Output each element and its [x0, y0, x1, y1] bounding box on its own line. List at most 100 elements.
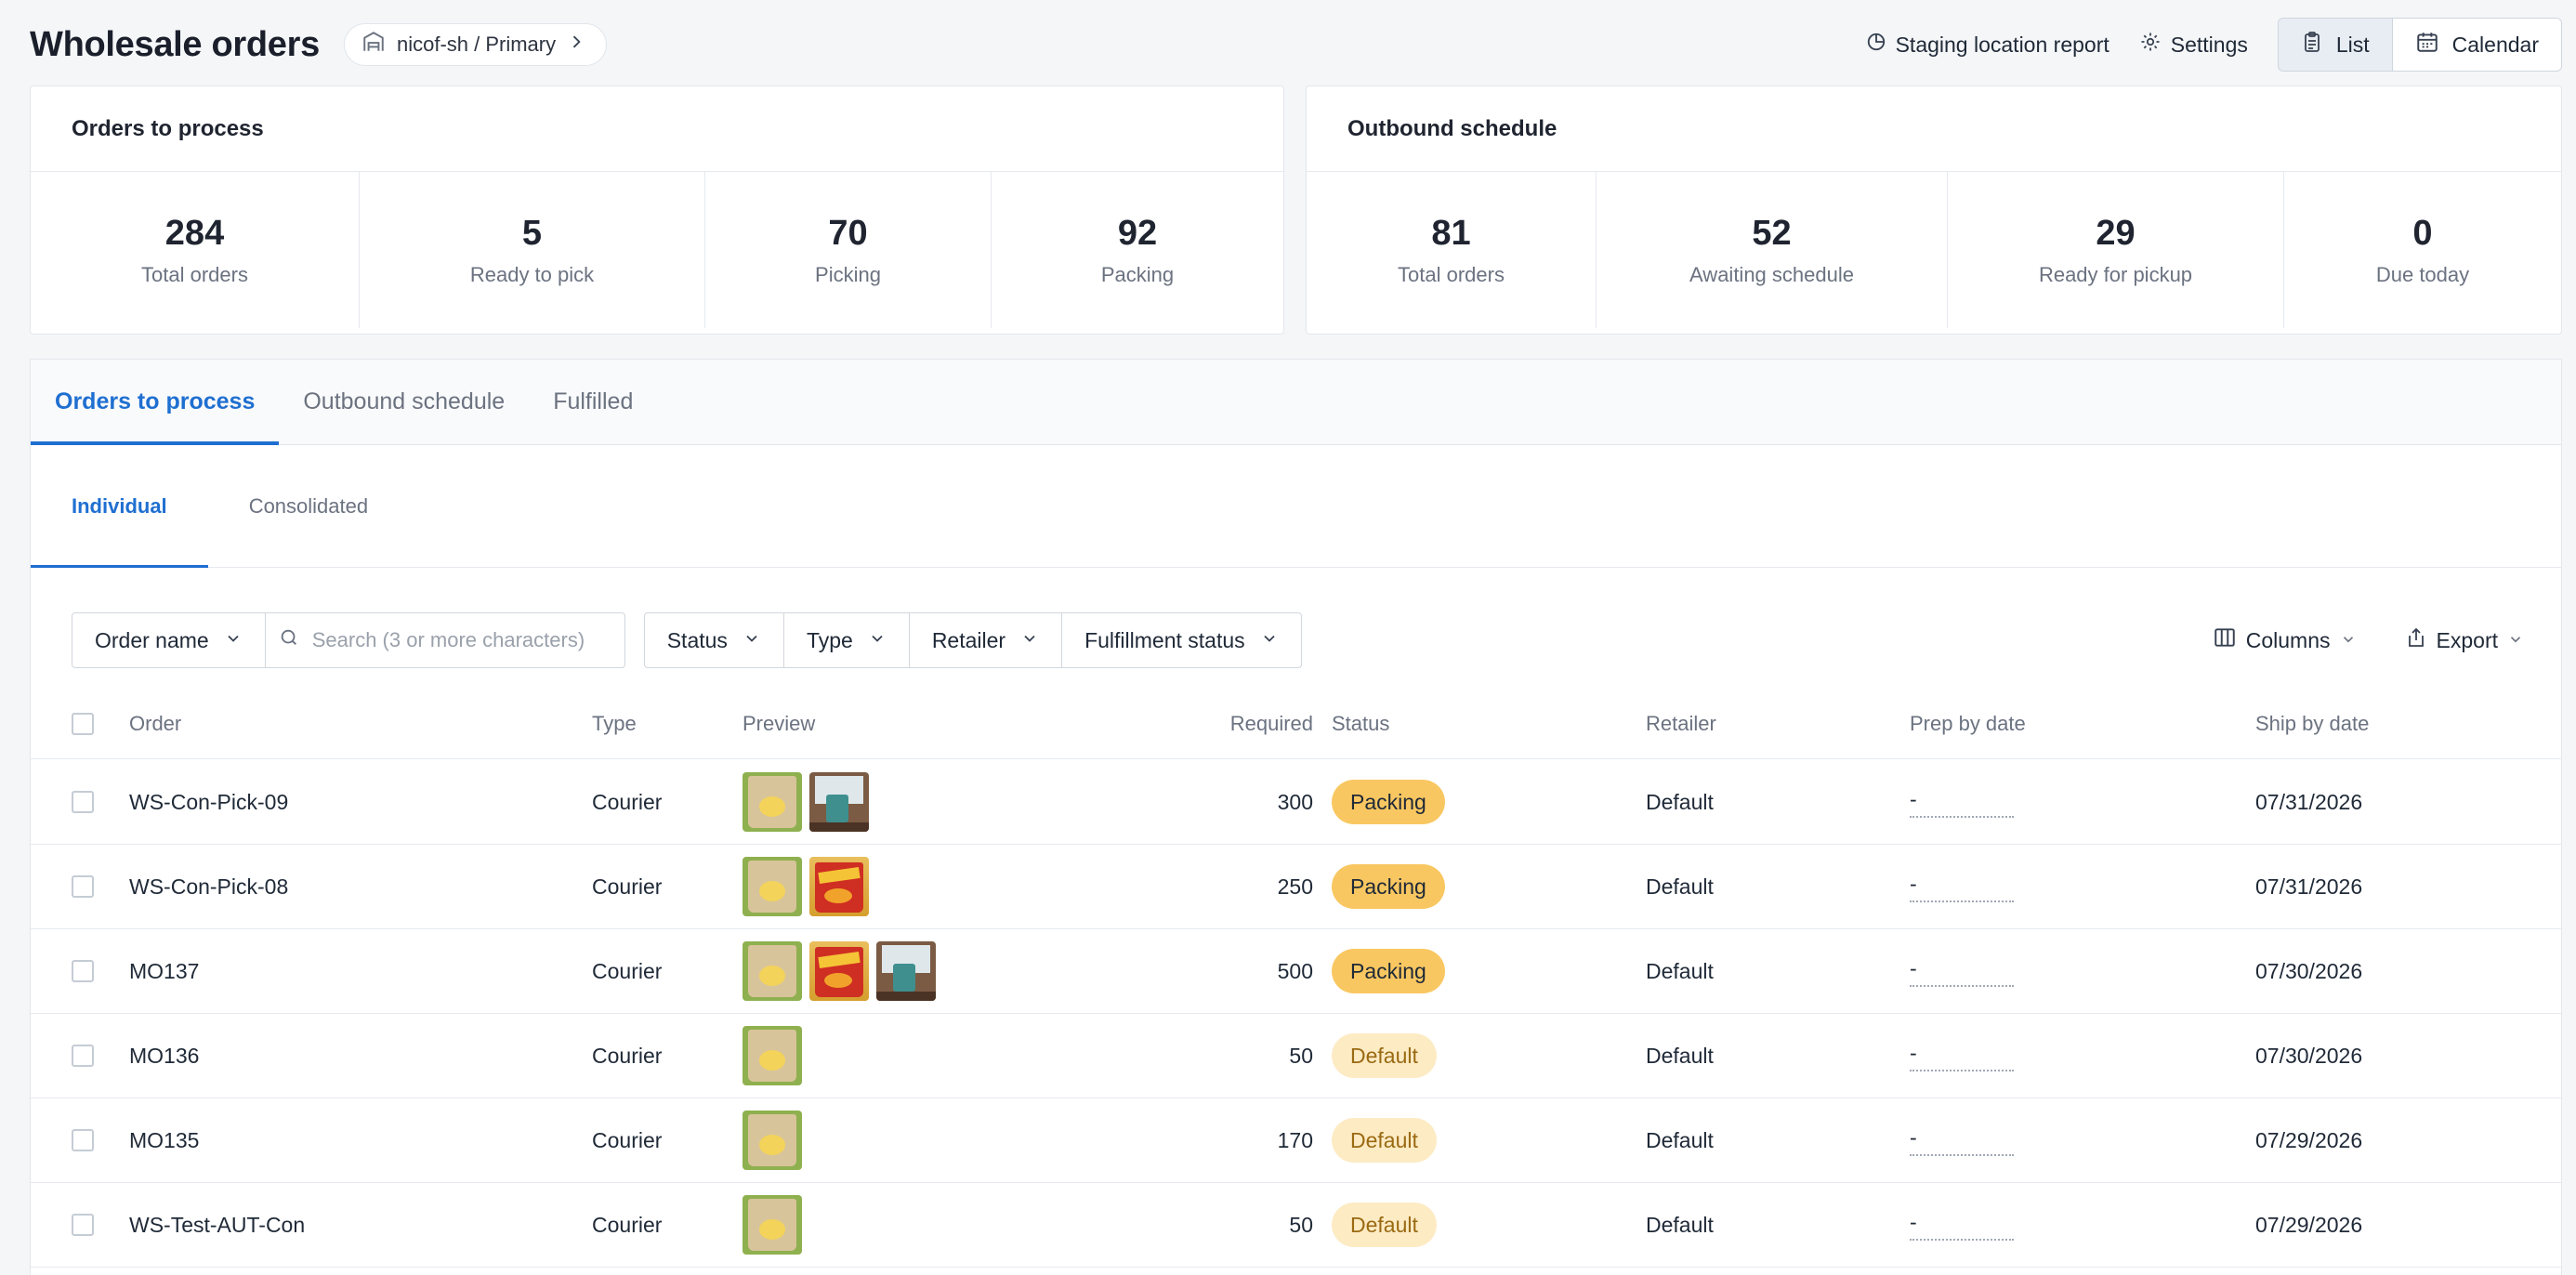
stat-label: Total orders	[141, 262, 248, 286]
export-button[interactable]: Export	[2405, 625, 2524, 655]
status-badge: Default	[1332, 1118, 1437, 1163]
page-header: Wholesale orders nicof-sh / Primary Stag…	[30, 18, 2562, 72]
retailer-name: Default	[1646, 1212, 1714, 1237]
stat-value: 92	[1117, 213, 1158, 253]
header-type[interactable]: Type	[592, 689, 637, 758]
crunchy-bunch-thumbnail	[743, 1111, 802, 1170]
columns-button[interactable]: Columns	[2213, 625, 2357, 655]
crunchy-bunch-thumbnail	[743, 1026, 802, 1085]
table-row[interactable]: MO135 Courier 170 Default Default - 07/29/2026	[31, 1098, 2561, 1183]
order-name[interactable]: WS-Con-Pick-08	[129, 845, 288, 928]
status-cell: Packing	[1332, 845, 1445, 928]
fulfillment-status-filter[interactable]: Fulfillment status	[1062, 613, 1301, 667]
gear-icon	[2139, 31, 2162, 59]
crunchy-bunch-thumbnail	[743, 857, 802, 916]
order-name[interactable]: WS-Con-Pick-09	[129, 760, 288, 844]
prep-by-date[interactable]: -	[1910, 1210, 2014, 1241]
row-checkbox[interactable]	[72, 875, 94, 898]
required-qty: 500	[1277, 958, 1313, 983]
order-type: Courier	[592, 1212, 663, 1237]
search-input[interactable]: Search (3 or more characters)	[266, 613, 624, 667]
row-checkbox[interactable]	[72, 960, 94, 982]
stat-total-orders: 284 Total orders	[31, 172, 360, 328]
order-type: Courier	[592, 1127, 663, 1152]
required-qty: 50	[1289, 1043, 1313, 1068]
row-checkbox[interactable]	[72, 791, 94, 813]
status-badge: Packing	[1332, 780, 1445, 824]
subtab-consolidated[interactable]: Consolidated	[208, 445, 409, 567]
tab-fulfilled[interactable]: Fulfilled	[529, 360, 657, 444]
order-name[interactable]: MO135	[129, 1098, 199, 1182]
retailer-filter[interactable]: Retailer	[910, 613, 1063, 667]
row-checkbox[interactable]	[72, 1129, 94, 1151]
header-status[interactable]: Status	[1332, 689, 1389, 758]
table-row[interactable]: MO136 Courier 50 Default Default - 07/30/2026	[31, 1014, 2561, 1098]
preview-cell	[743, 1014, 802, 1098]
stat-value: 5	[521, 213, 543, 253]
ship-by-date: 07/29/2026	[2255, 1127, 2363, 1152]
order-name-label: Order name	[95, 627, 209, 652]
row-select-cell	[72, 1098, 94, 1182]
card-title: Outbound schedule	[1307, 86, 2561, 172]
header-retailer[interactable]: Retailer	[1646, 689, 1716, 758]
row-checkbox[interactable]	[72, 1214, 94, 1236]
header-order[interactable]: Order	[129, 689, 181, 758]
prep-by-date[interactable]: -	[1910, 1041, 2014, 1071]
settings-link[interactable]: Settings	[2139, 31, 2248, 59]
stat-value: 284	[164, 213, 225, 253]
status-filter[interactable]: Status	[645, 613, 784, 667]
crunchy-bunch-thumbnail	[743, 772, 802, 832]
subtab-individual[interactable]: Individual	[31, 445, 208, 568]
ship-by-date: 07/31/2026	[2255, 789, 2363, 814]
prep-by-date[interactable]: -	[1910, 1125, 2014, 1156]
chevron-down-icon	[868, 628, 887, 653]
table-row[interactable]: WS-Test-AUT-Con Courier 50 Default Default - 0…	[31, 1183, 2561, 1268]
type-filter-label: Type	[806, 627, 853, 652]
cheese-crunchies-thumbnail	[809, 857, 869, 916]
stat-total-orders: 81 Total orders	[1307, 172, 1597, 328]
row-select-cell	[72, 1014, 94, 1098]
list-view-button[interactable]: List	[2278, 19, 2393, 71]
crunchy-bunch-thumbnail	[743, 941, 802, 1001]
select-all-cell	[72, 689, 94, 758]
columns-icon	[2213, 625, 2237, 655]
main-tabs: Orders to process Outbound schedule Fulf…	[31, 360, 2561, 445]
header-ship-by-date[interactable]: Ship by date	[2255, 689, 2369, 758]
order-type: Courier	[592, 874, 663, 899]
row-checkbox[interactable]	[72, 1045, 94, 1067]
status-cell: Default	[1332, 1014, 1437, 1098]
tab-orders-to-process[interactable]: Orders to process	[31, 360, 280, 445]
header-required[interactable]: Required	[1053, 689, 1313, 758]
page-title: Wholesale orders	[30, 24, 320, 64]
type-filter[interactable]: Type	[784, 613, 910, 667]
staging-location-report-link[interactable]: Staging location report	[1866, 32, 2109, 58]
required-qty: 50	[1289, 1212, 1313, 1237]
table-row[interactable]: WS-Con-Pick-08 Courier 250 Packing Default - 0…	[31, 845, 2561, 929]
chevron-down-icon	[2507, 628, 2524, 653]
required-qty: 170	[1277, 1127, 1313, 1152]
table-header: Order Type Preview Required Status Retai…	[31, 689, 2561, 759]
order-name[interactable]: MO137	[129, 929, 199, 1013]
location-label: nicof-sh / Primary	[396, 33, 557, 56]
tab-outbound-schedule[interactable]: Outbound schedule	[279, 360, 529, 444]
prep-by-date[interactable]: -	[1910, 787, 2014, 818]
stat-label: Ready for pickup	[2038, 262, 2193, 286]
order-search-group: Order name Search (3 or more characters)	[72, 612, 625, 668]
table-row[interactable]: MO137 Courier 500 Packing Default - 07/30/2026	[31, 929, 2561, 1014]
select-all-checkbox[interactable]	[72, 712, 94, 735]
order-name[interactable]: MO136	[129, 1014, 199, 1098]
retailer-name: Default	[1646, 1127, 1714, 1152]
table-row[interactable]: WS-Con-Pick-09 Courier 300 Packing Default - 0…	[31, 760, 2561, 845]
view-toggle: List Calendar	[2277, 18, 2562, 72]
filter-group: Status Type Retailer Fulfillment status	[643, 612, 1302, 668]
location-selector[interactable]: nicof-sh / Primary	[343, 23, 608, 66]
header-prep-by-date[interactable]: Prep by date	[1910, 689, 2026, 758]
order-name[interactable]: WS-Test-AUT-Con	[129, 1183, 305, 1267]
order-name-dropdown[interactable]: Order name	[72, 613, 266, 667]
prep-by-date[interactable]: -	[1910, 872, 2014, 902]
calendar-view-button[interactable]: Calendar	[2392, 19, 2561, 71]
prep-by-date[interactable]: -	[1910, 956, 2014, 987]
chevron-down-icon	[743, 628, 761, 653]
status-badge: Default	[1332, 1033, 1437, 1078]
stat-value: 29	[2096, 213, 2136, 253]
